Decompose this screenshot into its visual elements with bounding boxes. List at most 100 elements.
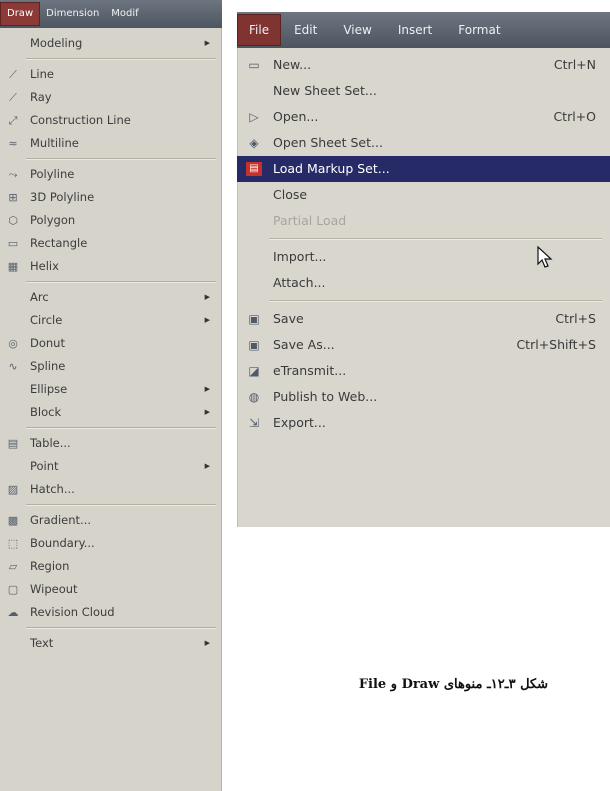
menu-item-label: Block: [30, 405, 62, 419]
publish-icon: ◍: [248, 390, 260, 404]
file-menu-panel: File Edit View Insert Format ▭ New... Ctrl…: [237, 12, 610, 527]
file-menu-item-export[interactable]: ⇲ Export...: [237, 410, 610, 436]
draw-menu-item-arc[interactable]: Arc ▶: [0, 286, 222, 309]
draw-menu-item-revision-cloud[interactable]: ☁ Revision Cloud: [0, 601, 222, 624]
menu-item-label: Close: [273, 187, 308, 202]
draw-menu-item-polygon[interactable]: ⬡ Polygon: [0, 209, 222, 232]
menu-item-label: Revision Cloud: [30, 605, 115, 619]
file-menu-item-new-sheet-set[interactable]: New Sheet Set...: [237, 78, 610, 104]
menu-separator: [0, 155, 222, 163]
draw-menu-item-donut[interactable]: ◎ Donut: [0, 332, 222, 355]
file-menu-list: ▭ New... Ctrl+N New Sheet Set... ▷ Open... Ctr…: [237, 52, 610, 436]
draw-menu-item-block[interactable]: Block ▶: [0, 401, 222, 424]
draw-menu-item-text[interactable]: Text ▶: [0, 632, 222, 655]
rectangle-icon: ▭: [7, 237, 19, 250]
menu-item-label: Donut: [30, 336, 65, 350]
menubar-format[interactable]: Format: [445, 15, 513, 45]
menu-item-label: Hatch...: [30, 482, 75, 496]
menu-separator: [0, 424, 222, 432]
draw-menu-item-line[interactable]: ⟋ Line: [0, 63, 222, 86]
menu-separator: [237, 234, 610, 244]
open-sheet-set-icon: ◈: [249, 136, 259, 150]
draw-menu-item-multiline[interactable]: ≈ Multiline: [0, 132, 222, 155]
menubar-dimension[interactable]: Dimension: [40, 3, 105, 25]
draw-menu-item-ellipse[interactable]: Ellipse ▶: [0, 378, 222, 401]
3d-polyline-icon: ⊞: [8, 191, 18, 204]
draw-menu-item-construction-line[interactable]: ⤢ Construction Line: [0, 109, 222, 132]
menu-separator: [0, 55, 222, 63]
menu-item-label: Attach...: [273, 275, 326, 290]
menu-item-label: Spline: [30, 359, 66, 373]
gradient-icon: ▩: [7, 514, 19, 527]
draw-menu-item-polyline[interactable]: ⤳ Polyline: [0, 163, 222, 186]
menu-item-label: Load Markup Set...: [273, 161, 390, 176]
menu-item-label: Export...: [273, 415, 326, 430]
new-icon: ▭: [248, 58, 260, 72]
file-menu-item-load-markup-set[interactable]: ▤ Load Markup Set...: [237, 156, 610, 182]
submenu-arrow-icon: ▶: [204, 408, 210, 416]
draw-menu-item-hatch[interactable]: ▨ Hatch...: [0, 478, 222, 501]
draw-menu-item-helix[interactable]: ▦ Helix: [0, 255, 222, 278]
menubar-modify[interactable]: Modif: [105, 3, 144, 25]
draw-menu-item-circle[interactable]: Circle ▶: [0, 309, 222, 332]
draw-menu-item-rectangle[interactable]: ▭ Rectangle: [0, 232, 222, 255]
draw-menu-item-table[interactable]: ▤ Table...: [0, 432, 222, 455]
donut-icon: ◎: [8, 337, 18, 350]
menu-item-label: Arc: [30, 290, 49, 304]
file-menubar: File Edit View Insert Format: [237, 12, 610, 48]
menu-item-label: Rectangle: [30, 236, 88, 250]
menu-separator: [0, 624, 222, 632]
open-icon: ▷: [249, 110, 259, 124]
file-menu-item-save[interactable]: ▣ Save Ctrl+S: [237, 306, 610, 332]
draw-menu-item-point[interactable]: Point ▶: [0, 455, 222, 478]
polygon-icon: ⬡: [8, 214, 18, 227]
menu-item-label: Text: [30, 636, 54, 650]
menubar-view[interactable]: View: [330, 15, 384, 45]
menubar-draw[interactable]: Draw: [0, 2, 41, 26]
submenu-arrow-icon: ▶: [204, 639, 210, 647]
boundary-icon: ⬚: [7, 537, 19, 550]
hatch-icon: ▨: [7, 483, 19, 496]
multiline-icon: ≈: [8, 137, 18, 150]
draw-menu-item-wipeout[interactable]: ▢ Wipeout: [0, 578, 222, 601]
file-menu-item-attach[interactable]: Attach...: [237, 270, 610, 296]
menu-item-label: 3D Polyline: [30, 190, 95, 204]
ray-icon: ⟋: [9, 91, 17, 104]
draw-menu-item-ray[interactable]: ⟋ Ray: [0, 86, 222, 109]
mouse-cursor-icon: [537, 246, 553, 268]
menubar-edit[interactable]: Edit: [281, 15, 330, 45]
menu-item-label: Region: [30, 559, 70, 573]
save-icon: ▣: [248, 312, 260, 326]
menubar-file[interactable]: File: [237, 14, 282, 46]
file-menu-item-etransmit[interactable]: ◪ eTransmit...: [237, 358, 610, 384]
markup-icon: ▤: [246, 162, 262, 176]
draw-menu-item-spline[interactable]: ∿ Spline: [0, 355, 222, 378]
menu-item-label: Polygon: [30, 213, 76, 227]
file-menu-item-save-as[interactable]: ▣ Save As... Ctrl+Shift+S: [237, 332, 610, 358]
draw-menu-item-modeling[interactable]: Modeling ▶: [0, 32, 222, 55]
file-menu-item-close[interactable]: Close: [237, 182, 610, 208]
menu-separator: [0, 278, 222, 286]
draw-menu-item-gradient[interactable]: ▩ Gradient...: [0, 509, 222, 532]
export-icon: ⇲: [248, 416, 260, 430]
draw-menu-item-boundary[interactable]: ⬚ Boundary...: [0, 532, 222, 555]
file-menu-item-new[interactable]: ▭ New... Ctrl+N: [237, 52, 610, 78]
draw-menu-item-region[interactable]: ▱ Region: [0, 555, 222, 578]
file-menu-item-publish-to-web[interactable]: ◍ Publish to Web...: [237, 384, 610, 410]
menubar-insert[interactable]: Insert: [385, 15, 445, 45]
region-icon: ▱: [8, 560, 18, 573]
shortcut-text: Ctrl+Shift+S: [516, 337, 596, 352]
construction-line-icon: ⤢: [8, 114, 18, 127]
submenu-arrow-icon: ▶: [204, 385, 210, 393]
menu-separator: [237, 296, 610, 306]
menu-item-label: Import...: [273, 249, 327, 264]
menu-item-label: Point: [30, 459, 59, 473]
menu-item-label: Multiline: [30, 136, 79, 150]
figure-caption: شکل ۳ـ۱۲ـ منوهای Draw و File: [358, 677, 548, 692]
file-menu-item-open-sheet-set[interactable]: ◈ Open Sheet Set...: [237, 130, 610, 156]
menu-item-label: Save: [273, 311, 304, 326]
draw-menu-item-3d-polyline[interactable]: ⊞ 3D Polyline: [0, 186, 222, 209]
polyline-icon: ⤳: [8, 168, 18, 181]
file-menu-item-open[interactable]: ▷ Open... Ctrl+O: [237, 104, 610, 130]
menu-item-label: Modeling: [30, 36, 83, 50]
